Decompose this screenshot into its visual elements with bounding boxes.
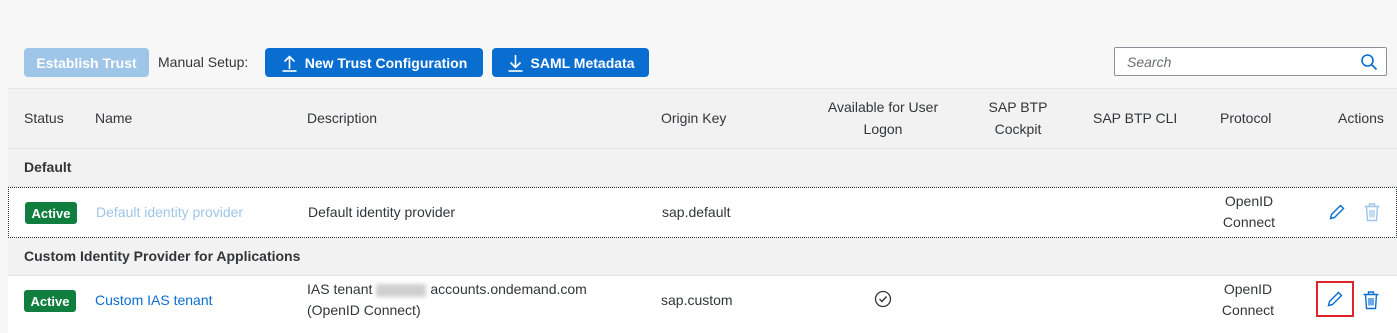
- available-for-user-logon-check: [873, 289, 893, 309]
- pencil-icon: [1327, 291, 1343, 307]
- provider-description: IAS tenant accounts.ondemand.com (OpenID …: [307, 279, 587, 321]
- column-name[interactable]: Name: [95, 107, 132, 129]
- column-cockpit-line1: SAP BTP: [988, 99, 1048, 115]
- table-row[interactable]: Active Default identity provider Default…: [8, 187, 1397, 238]
- column-status[interactable]: Status: [24, 107, 64, 129]
- protocol-line1: OpenID: [1223, 281, 1273, 297]
- description-prefix: IAS tenant: [307, 281, 373, 297]
- column-origin-key[interactable]: Origin Key: [661, 107, 726, 129]
- trash-icon: [1363, 291, 1379, 310]
- protocol-line2: Connect: [1222, 214, 1276, 230]
- manual-setup-label: Manual Setup:: [158, 54, 249, 70]
- search-field: [1114, 47, 1387, 76]
- upload-icon: [282, 54, 297, 72]
- table-header: Status Name Description Origin Key Avail…: [8, 88, 1397, 149]
- search-input[interactable]: [1115, 48, 1355, 75]
- origin-key: sap.default: [662, 204, 731, 220]
- establish-trust-label: Establish Trust: [36, 54, 137, 71]
- delete-button[interactable]: [1361, 201, 1383, 223]
- status-badge: Active: [25, 202, 77, 224]
- table-row[interactable]: Active Custom IAS tenant IAS tenant accou…: [8, 276, 1397, 327]
- saml-metadata-label: SAML Metadata: [530, 54, 635, 71]
- download-icon: [508, 54, 522, 72]
- provider-name-link[interactable]: Default identity provider: [96, 202, 243, 223]
- search-icon[interactable]: [1360, 53, 1378, 71]
- column-sap-btp-cockpit[interactable]: SAP BTP Cockpit: [968, 96, 1068, 140]
- provider-name-link[interactable]: Custom IAS tenant: [95, 290, 213, 311]
- pencil-icon: [1329, 204, 1345, 220]
- group-header-custom: Custom Identity Provider for Application…: [8, 238, 1397, 276]
- column-actions[interactable]: Actions: [1338, 107, 1384, 129]
- column-cockpit-line2: Cockpit: [994, 121, 1042, 137]
- checkmark-circle-icon: [874, 290, 892, 308]
- delete-button[interactable]: [1360, 289, 1382, 311]
- edit-button[interactable]: [1327, 202, 1347, 222]
- establish-trust-button[interactable]: Establish Trust: [24, 48, 149, 77]
- new-trust-configuration-label: New Trust Configuration: [304, 54, 468, 71]
- description-line2: (OpenID Connect): [307, 302, 421, 318]
- saml-metadata-button[interactable]: SAML Metadata: [492, 48, 649, 77]
- protocol-line1: OpenID: [1224, 193, 1274, 209]
- provider-description: Default identity provider: [308, 204, 456, 220]
- trash-icon: [1364, 203, 1380, 222]
- column-protocol[interactable]: Protocol: [1220, 107, 1271, 129]
- redacted-tenant: [376, 283, 427, 297]
- column-available-line1: Available for User: [827, 99, 939, 115]
- group-header-default: Default: [8, 149, 1397, 187]
- protocol: OpenID Connect: [1198, 279, 1298, 321]
- column-description[interactable]: Description: [307, 107, 377, 129]
- column-available-line2: Logon: [863, 121, 903, 137]
- edit-button[interactable]: [1316, 281, 1354, 317]
- group-title: Default: [24, 159, 72, 175]
- group-title: Custom Identity Provider for Application…: [24, 248, 301, 264]
- protocol-line2: Connect: [1221, 302, 1275, 318]
- new-trust-configuration-button[interactable]: New Trust Configuration: [265, 48, 483, 77]
- protocol: OpenID Connect: [1199, 191, 1299, 233]
- trust-configuration-table: Status Name Description Origin Key Avail…: [8, 88, 1397, 333]
- origin-key: sap.custom: [661, 292, 733, 308]
- column-available-for-user-logon[interactable]: Available for User Logon: [808, 96, 958, 140]
- description-suffix: accounts.ondemand.com: [430, 281, 587, 297]
- status-badge: Active: [24, 290, 76, 312]
- column-sap-btp-cli[interactable]: SAP BTP CLI: [1093, 107, 1177, 129]
- toolbar: Establish Trust Manual Setup: New Trust …: [0, 0, 1397, 88]
